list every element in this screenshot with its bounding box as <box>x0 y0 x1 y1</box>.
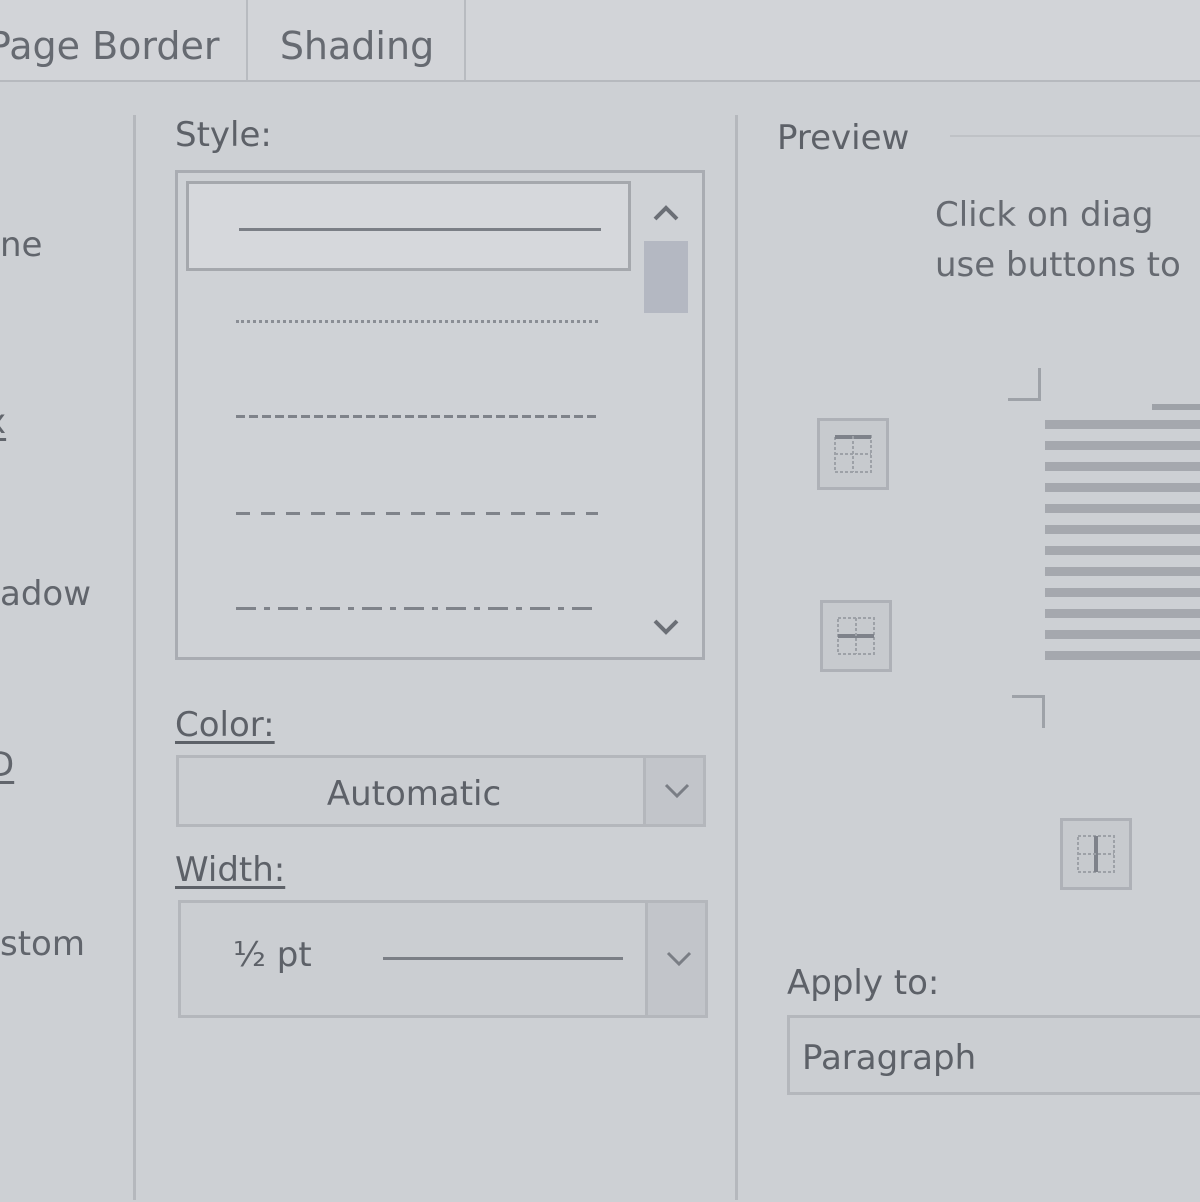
inside-horizontal-border-button[interactable] <box>820 600 892 672</box>
tab-bar: Page Border Shading <box>0 0 1200 80</box>
style-option-dash[interactable] <box>186 468 631 558</box>
preview-label: Preview <box>777 118 910 158</box>
style-option-dotted[interactable] <box>186 276 631 366</box>
apply-to-label: Apply to: <box>787 963 940 1003</box>
separator-left <box>133 115 136 1200</box>
solid-line <box>239 228 601 231</box>
preview-corner-mark-top <box>1008 368 1041 401</box>
color-value: Automatic <box>326 774 502 814</box>
setting-custom[interactable]: stom <box>0 924 85 964</box>
preview-corner-mark-bottom <box>1012 695 1045 728</box>
style-label: Style: <box>175 115 272 155</box>
dotted-line <box>236 320 598 323</box>
chevron-down-icon <box>653 619 679 635</box>
color-dropdown-button[interactable] <box>643 758 703 824</box>
chevron-down-icon <box>664 783 690 799</box>
width-value: ½ pt <box>233 935 312 975</box>
preview-group-line <box>950 135 1200 137</box>
width-dropdown[interactable]: ½ pt <box>178 900 708 1018</box>
preview-hint: Click on diag use buttons to <box>935 190 1181 290</box>
inside-vertical-border-button[interactable] <box>1060 818 1132 890</box>
style-listbox[interactable] <box>175 170 705 660</box>
top-border-button[interactable] <box>817 418 889 490</box>
color-dropdown[interactable]: Automatic <box>176 755 706 827</box>
scroll-down-button[interactable] <box>638 601 694 651</box>
apply-to-value: Paragraph <box>802 1038 977 1078</box>
style-scrollbar[interactable] <box>638 179 694 649</box>
setting-3d[interactable]: D <box>0 745 14 785</box>
style-option-fine-dash[interactable] <box>186 371 631 461</box>
setting-shadow[interactable]: adow <box>0 574 91 614</box>
apply-to-dropdown[interactable]: Paragraph <box>787 1015 1200 1095</box>
dash-line <box>236 512 598 515</box>
scroll-up-button[interactable] <box>638 187 694 237</box>
preview-top-border-line <box>1152 404 1200 410</box>
chevron-down-icon <box>666 951 692 967</box>
setting-none[interactable]: ne <box>0 225 42 265</box>
preview-paragraph-lines <box>1045 420 1200 672</box>
chevron-up-icon <box>653 205 679 221</box>
color-label: Color: <box>175 705 275 745</box>
style-option-dash-dot[interactable] <box>186 563 631 653</box>
width-label: Width: <box>175 850 286 890</box>
inside-horizontal-border-icon <box>837 617 875 655</box>
style-option-solid[interactable] <box>186 181 631 271</box>
setting-box[interactable]: x <box>0 402 6 442</box>
tab-shading[interactable]: Shading <box>250 0 466 80</box>
top-border-icon <box>834 435 872 473</box>
preview-hint-line1: Click on diag <box>935 195 1154 235</box>
width-dropdown-button[interactable] <box>645 903 705 1015</box>
dash-dot-line <box>236 607 598 610</box>
fine-dash-line <box>236 415 598 418</box>
preview-hint-line2: use buttons to <box>935 245 1181 285</box>
tab-page-border[interactable]: Page Border <box>0 0 248 80</box>
width-sample-line <box>383 957 623 960</box>
inside-vertical-border-icon <box>1077 835 1115 873</box>
separator-right <box>735 115 738 1200</box>
scroll-thumb[interactable] <box>644 241 688 313</box>
